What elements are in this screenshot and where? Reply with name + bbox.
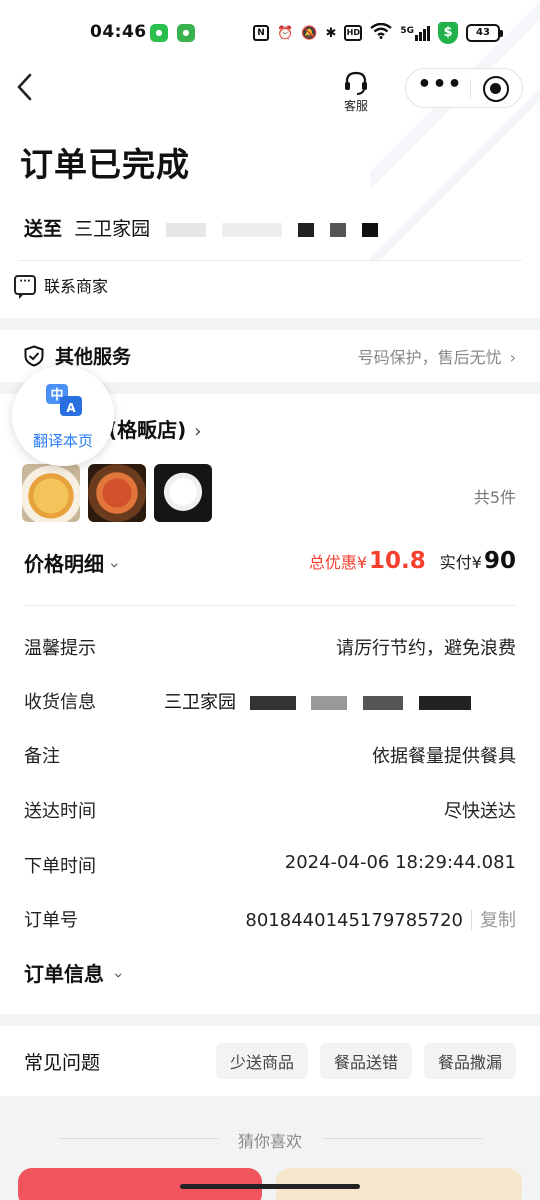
mute-icon: 🔕 <box>301 25 318 41</box>
food-thumbnail <box>154 464 212 522</box>
chevron-right-icon: › <box>509 348 516 367</box>
discount-value: 10.8 <box>369 548 426 574</box>
chevron-right-icon: › <box>194 421 202 442</box>
faq-tag-spilled-items[interactable]: 餐品撒漏 <box>423 1043 516 1079</box>
copy-button[interactable]: 复制 <box>471 910 516 931</box>
order-number-value: 8018440145179785720 复制 <box>245 910 516 931</box>
order-time-row: 下单时间 2024-04-06 18:29:44.081 <box>24 852 516 882</box>
status-time: 04:46 <box>90 22 147 42</box>
tip-value: 请厉行节约，避免浪费 <box>336 638 516 659</box>
other-services-label: 其他服务 <box>55 346 132 368</box>
price-summary: 总优惠 ¥ 10.8 实付 ¥ 90 <box>309 548 516 574</box>
chevron-down-icon: › <box>105 562 125 569</box>
redacted-block <box>298 222 315 237</box>
order-info-toggle[interactable]: 订单信息 › <box>24 958 129 987</box>
paid-currency: ¥ <box>471 553 482 572</box>
tip-row: 温馨提示 请厉行节约，避免浪费 <box>24 634 516 664</box>
delivery-time-row: 送达时间 尽快送达 <box>24 797 516 827</box>
tip-label: 温馨提示 <box>24 638 96 659</box>
back-button[interactable] <box>14 72 50 108</box>
note-label: 备注 <box>24 746 60 767</box>
divider <box>24 605 516 606</box>
contact-merchant-button[interactable]: ··· 联系商家 <box>14 272 109 299</box>
deliver-address-text: 三卫家园 <box>74 218 151 240</box>
nfc-icon: N <box>253 25 270 41</box>
translate-icon-cn: 中 <box>50 387 63 403</box>
note-value: 依据餐量提供餐具 <box>372 746 516 767</box>
receiver-row: 收货信息 三卫家园 <box>24 688 516 718</box>
hd-icon: HD <box>344 25 363 41</box>
redacted-block <box>363 696 404 710</box>
bluetooth-icon: ✱ <box>325 25 337 41</box>
shop-name: (格畈店) <box>108 418 187 442</box>
redacted-block <box>311 696 348 710</box>
order-time-label: 下单时间 <box>24 856 96 877</box>
close-mini-program-button[interactable] <box>483 76 509 102</box>
redacted-block <box>362 222 379 237</box>
app-notification-icon: ● <box>177 24 195 42</box>
receiver-value: 三卫家园 <box>164 688 471 714</box>
delivery-time-label: 送达时间 <box>24 801 96 822</box>
order-header: 客服 ••• 订单已完成 送至 三卫家园 ··· 联系商家 <box>0 0 540 318</box>
translate-label: 翻译本页 <box>32 432 93 450</box>
faq-tag-missing-items[interactable]: 少送商品 <box>215 1043 308 1079</box>
translate-page-button[interactable]: 中 A 翻译本页 <box>12 366 114 466</box>
receiver-label: 收货信息 <box>24 692 96 713</box>
shop-name-link[interactable]: (格畈店) › <box>108 414 201 443</box>
customer-service-button[interactable]: 客服 <box>330 68 382 116</box>
order-number-label: 订单号 <box>24 910 78 931</box>
redacted-block <box>166 222 207 237</box>
mini-program-capsule: ••• <box>405 68 523 108</box>
app-notification-icon: ● <box>150 24 168 42</box>
faq-tags: 少送商品 餐品送错 餐品撒漏 <box>215 1043 516 1079</box>
discount-currency: ¥ <box>356 553 368 572</box>
redacted-block <box>249 696 296 710</box>
item-count: 共5件 <box>473 488 516 507</box>
food-thumbnail <box>88 464 146 522</box>
chevron-down-icon: › <box>109 972 129 979</box>
food-thumbnail <box>22 464 80 522</box>
faq-section: 常见问题 少送商品 餐品送错 餐品撒漏 <box>0 1026 540 1096</box>
contact-merchant-label: 联系商家 <box>44 277 109 296</box>
translate-icon: 中 A <box>46 384 82 416</box>
back-chevron-icon <box>17 73 32 101</box>
faq-title: 常见问题 <box>24 1052 101 1074</box>
redacted-block <box>330 222 347 237</box>
other-services-desc: 号码保护，售后无忧 › <box>357 348 516 367</box>
redacted-block <box>222 222 283 237</box>
note-row: 备注 依据餐量提供餐具 <box>24 742 516 772</box>
redacted-block <box>418 696 471 710</box>
order-number-row: 订单号 8018440145179785720 复制 <box>24 906 516 936</box>
paid-label: 实付 <box>439 553 472 572</box>
recommendations-title: 猜你喜欢 <box>237 1132 302 1151</box>
home-indicator[interactable] <box>180 1184 360 1189</box>
chat-icon: ··· <box>14 275 36 299</box>
delivery-time-value: 尽快送达 <box>444 801 516 822</box>
capsule-divider <box>470 79 471 99</box>
shield-check-icon <box>24 345 44 367</box>
headset-icon <box>345 71 367 95</box>
item-thumbnails[interactable] <box>22 464 212 522</box>
customer-service-label: 客服 <box>343 99 368 113</box>
translate-icon-en: A <box>66 401 76 415</box>
alarm-icon: ⏰ <box>277 25 294 41</box>
price-details-toggle[interactable]: 价格明细 › <box>24 548 125 577</box>
delivery-address: 送至 三卫家园 <box>24 214 379 241</box>
divider <box>18 260 522 261</box>
more-button[interactable]: ••• <box>416 69 464 107</box>
order-status-title: 订单已完成 <box>20 145 190 184</box>
paid-value: 90 <box>483 548 516 574</box>
deliver-prefix: 送至 <box>24 218 63 240</box>
faq-tag-wrong-items[interactable]: 餐品送错 <box>319 1043 412 1079</box>
map-background <box>370 0 540 260</box>
order-detail-card: (格畈店) › 共5件 价格明细 › 总优惠 ¥ 10.8 实付 ¥ 90 温馨提示… <box>0 394 540 1014</box>
discount-label: 总优惠 <box>308 553 357 572</box>
order-time-value: 2024-04-06 18:29:44.081 <box>284 852 516 873</box>
